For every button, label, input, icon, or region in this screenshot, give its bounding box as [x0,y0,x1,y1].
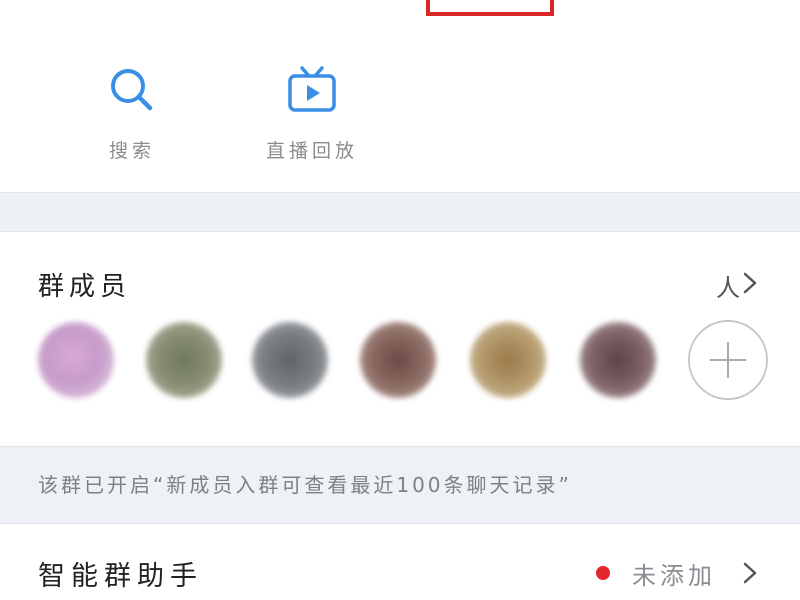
unread-dot [596,566,610,580]
avatar[interactable] [470,322,546,398]
section-divider [0,192,800,232]
members-title: 群成员 [38,272,132,302]
avatar[interactable] [146,322,222,398]
search-label: 搜索 [108,140,155,162]
chevron-right-icon [743,562,757,584]
chevron-right-icon [743,272,757,294]
avatar[interactable] [360,322,436,398]
search-action[interactable]: 搜索 [52,50,212,170]
notice-text: 该群已开启“新成员入群可查看最近100条聊天记录” [38,473,572,497]
avatar[interactable] [580,322,656,398]
group-settings-page: 搜索 直播回放 群成员 人 该群已开启“新成员入群可查看最近100条聊天记录” … [0,0,800,600]
members-count: 人 [716,274,740,302]
live-replay-icon [288,66,336,112]
add-member-button[interactable] [688,320,768,400]
smart-assistant-row[interactable]: 智能群助手 未添加 [0,536,800,600]
quick-actions: 搜索 直播回放 [0,50,800,180]
highlight-box [426,0,554,16]
members-header[interactable]: 群成员 人 [0,258,800,308]
assistant-title: 智能群助手 [38,561,203,592]
live-replay-action[interactable]: 直播回放 [232,50,392,170]
top-tab-strip [0,0,800,20]
search-icon [111,69,153,111]
avatar[interactable] [252,322,328,398]
assistant-status: 未添加 [632,562,716,590]
live-replay-label: 直播回放 [265,140,358,162]
avatar[interactable] [38,322,114,398]
member-avatars [0,316,800,406]
history-notice: 该群已开启“新成员入群可查看最近100条聊天记录” [0,446,800,524]
